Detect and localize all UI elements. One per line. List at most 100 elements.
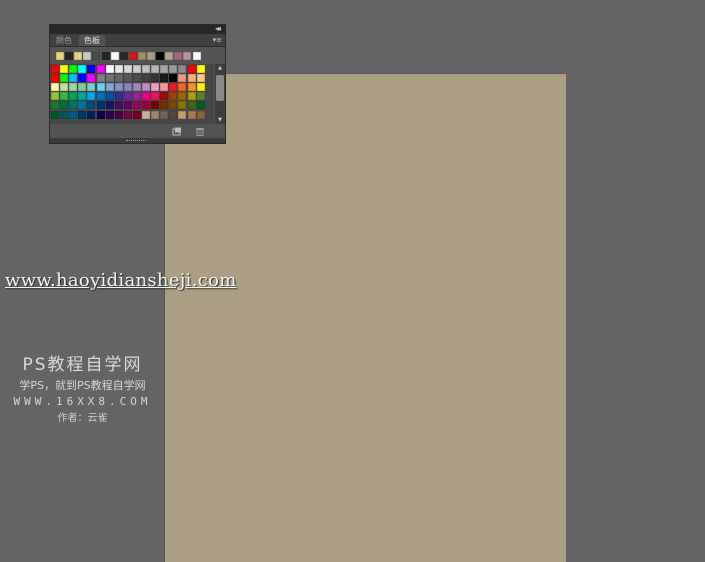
tab-swatches[interactable]: 色板 <box>79 35 105 46</box>
color-swatch[interactable] <box>105 74 114 83</box>
color-swatch[interactable] <box>69 74 78 83</box>
color-swatch[interactable] <box>114 74 123 83</box>
scroll-thumb[interactable] <box>216 75 224 101</box>
color-swatch[interactable] <box>60 110 69 119</box>
recent-swatch[interactable] <box>119 52 128 60</box>
color-swatch[interactable] <box>142 101 150 110</box>
color-swatch[interactable] <box>196 92 205 101</box>
color-swatch[interactable] <box>132 74 141 83</box>
color-swatch[interactable] <box>114 101 123 110</box>
color-swatch[interactable] <box>169 92 178 101</box>
color-swatch[interactable] <box>160 74 169 83</box>
color-swatch[interactable] <box>69 83 78 92</box>
color-swatch[interactable] <box>78 92 87 101</box>
color-swatch[interactable] <box>114 65 123 73</box>
color-swatch[interactable] <box>123 65 132 73</box>
color-swatch[interactable] <box>187 65 196 73</box>
color-swatch[interactable] <box>123 110 132 119</box>
color-swatch[interactable] <box>69 65 78 73</box>
color-swatch[interactable] <box>187 92 196 101</box>
color-swatch[interactable] <box>60 83 69 92</box>
scroll-down-icon[interactable]: ▼ <box>215 116 225 124</box>
color-swatch[interactable] <box>105 83 114 92</box>
panel-titlebar[interactable]: ◂◂ <box>50 24 225 34</box>
color-swatch[interactable] <box>51 110 59 119</box>
color-swatch[interactable] <box>87 83 96 92</box>
color-swatch[interactable] <box>187 74 196 83</box>
color-swatch[interactable] <box>87 74 96 83</box>
recent-swatch[interactable] <box>183 52 192 60</box>
color-swatch[interactable] <box>114 83 123 92</box>
color-swatch[interactable] <box>132 83 141 92</box>
color-swatch[interactable] <box>151 101 160 110</box>
color-swatch[interactable] <box>123 74 132 83</box>
color-swatch[interactable] <box>132 65 141 73</box>
scroll-up-icon[interactable]: ▲ <box>215 64 225 72</box>
color-swatch[interactable] <box>151 74 160 83</box>
color-swatch[interactable] <box>160 110 169 119</box>
color-swatch[interactable] <box>142 65 150 73</box>
color-swatch[interactable] <box>78 110 87 119</box>
recent-swatch[interactable] <box>83 52 92 60</box>
recent-swatch[interactable] <box>174 52 183 60</box>
trash-icon[interactable] <box>195 127 205 136</box>
color-swatch[interactable] <box>60 74 69 83</box>
color-swatch[interactable] <box>187 101 196 110</box>
color-swatch[interactable] <box>123 101 132 110</box>
color-swatch[interactable] <box>178 92 187 101</box>
recent-swatch[interactable] <box>92 52 101 60</box>
color-swatch[interactable] <box>87 92 96 101</box>
color-swatch[interactable] <box>114 92 123 101</box>
color-swatch[interactable] <box>142 74 150 83</box>
color-swatch[interactable] <box>196 110 205 119</box>
recent-swatch[interactable] <box>147 52 155 60</box>
recent-swatch[interactable] <box>110 52 119 60</box>
color-swatch[interactable] <box>51 74 59 83</box>
color-swatch[interactable] <box>51 65 59 73</box>
color-swatch[interactable] <box>105 92 114 101</box>
recent-swatch[interactable] <box>56 52 64 60</box>
recent-swatch[interactable] <box>128 52 137 60</box>
color-swatch[interactable] <box>78 101 87 110</box>
color-swatch[interactable] <box>160 101 169 110</box>
color-swatch[interactable] <box>178 83 187 92</box>
color-swatch[interactable] <box>87 101 96 110</box>
recent-swatch[interactable] <box>74 52 83 60</box>
color-swatch[interactable] <box>178 65 187 73</box>
color-swatch[interactable] <box>96 101 105 110</box>
color-swatch[interactable] <box>132 110 141 119</box>
color-swatch[interactable] <box>196 74 205 83</box>
color-swatch[interactable] <box>187 110 196 119</box>
recent-swatch[interactable] <box>156 52 165 60</box>
color-swatch[interactable] <box>96 92 105 101</box>
color-swatch[interactable] <box>96 74 105 83</box>
color-swatch[interactable] <box>123 92 132 101</box>
recent-swatch[interactable] <box>65 52 74 60</box>
color-swatch[interactable] <box>69 101 78 110</box>
color-swatch[interactable] <box>142 83 150 92</box>
color-swatch[interactable] <box>178 101 187 110</box>
tab-color[interactable]: 颜色 <box>52 35 76 46</box>
color-swatch[interactable] <box>151 65 160 73</box>
color-swatch[interactable] <box>196 65 205 73</box>
color-swatch[interactable] <box>196 83 205 92</box>
color-swatch[interactable] <box>60 101 69 110</box>
color-swatch[interactable] <box>160 83 169 92</box>
color-swatch[interactable] <box>87 65 96 73</box>
color-swatch[interactable] <box>96 83 105 92</box>
color-swatch[interactable] <box>87 110 96 119</box>
color-swatch[interactable] <box>151 110 160 119</box>
color-swatch[interactable] <box>196 101 205 110</box>
color-swatch[interactable] <box>78 83 87 92</box>
panel-menu-icon[interactable]: ▾≡ <box>213 34 222 46</box>
color-swatch[interactable] <box>105 101 114 110</box>
color-swatch[interactable] <box>69 92 78 101</box>
color-swatch[interactable] <box>178 74 187 83</box>
color-swatch[interactable] <box>169 101 178 110</box>
color-swatch[interactable] <box>69 110 78 119</box>
color-swatch[interactable] <box>114 110 123 119</box>
color-swatch[interactable] <box>142 92 150 101</box>
color-swatch[interactable] <box>60 92 69 101</box>
document-canvas[interactable] <box>165 74 566 562</box>
color-swatch[interactable] <box>132 92 141 101</box>
